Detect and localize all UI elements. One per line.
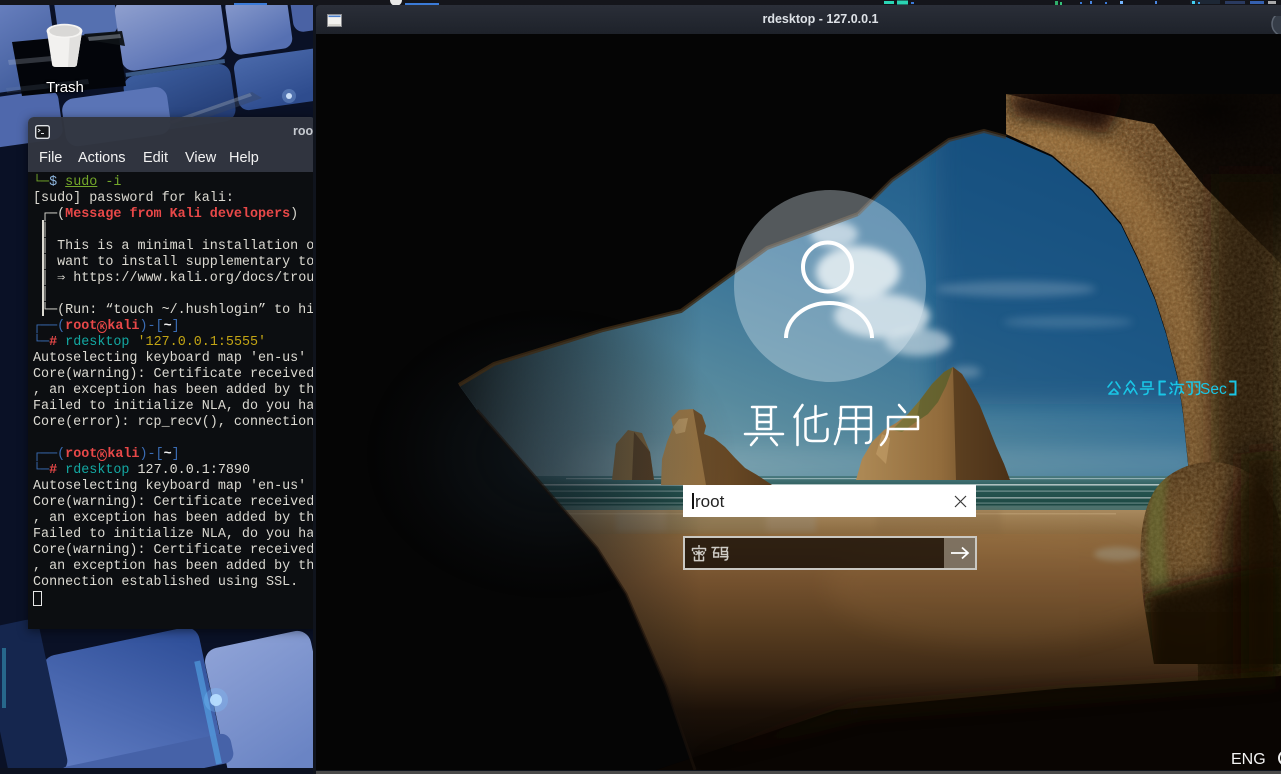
svg-text:Sec: Sec — [1200, 381, 1227, 398]
